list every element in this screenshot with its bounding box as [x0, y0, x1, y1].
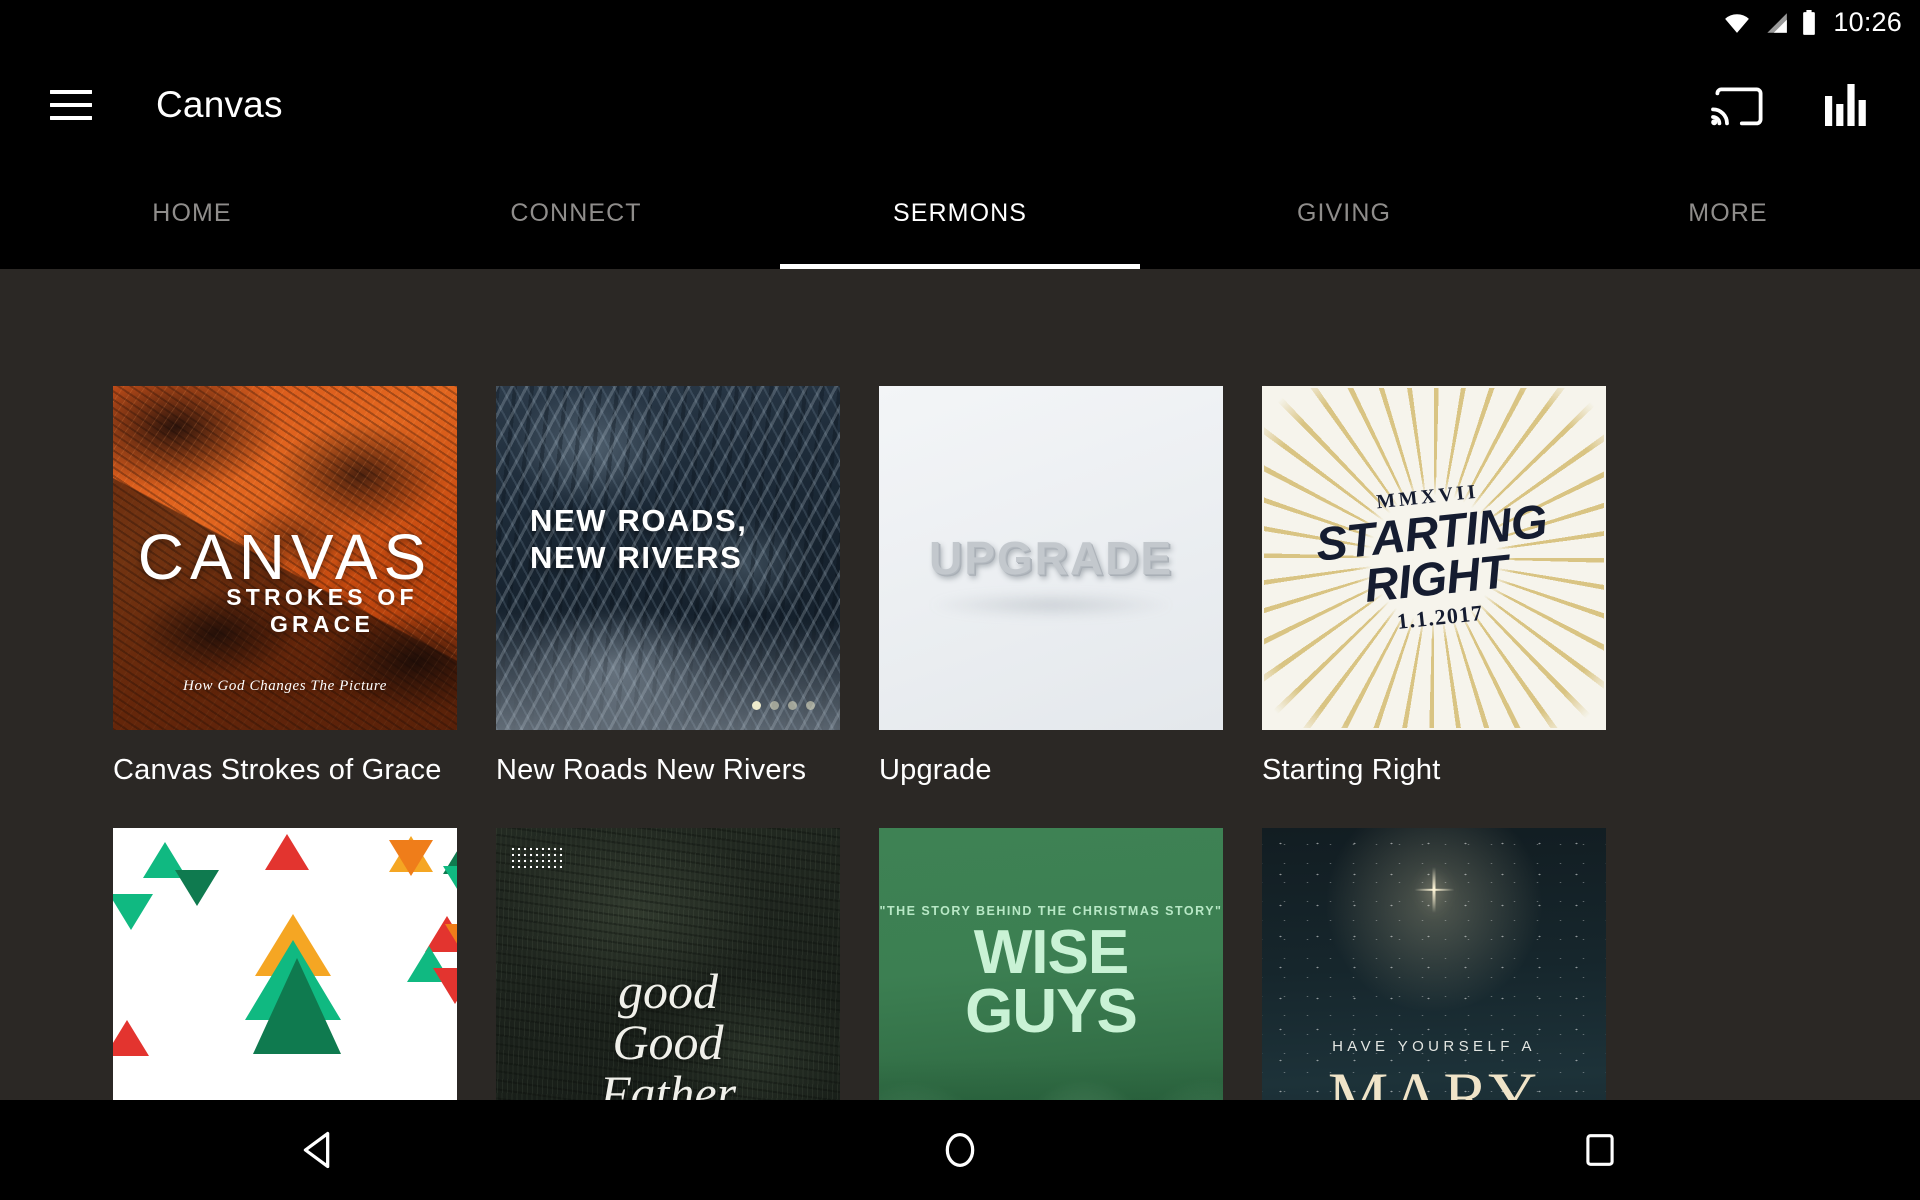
- sermon-card-title: Starting Right: [1262, 754, 1441, 786]
- artwork-title-line: NEW RIVERS: [530, 539, 743, 575]
- sermon-artwork-wise-guys[interactable]: "THE STORY BEHIND THE CHRISTMAS STORY" W…: [879, 828, 1223, 1100]
- triangle-shape: [113, 1020, 149, 1056]
- page-dot-active[interactable]: [752, 701, 761, 710]
- artwork-title-block: good Good Father: [496, 962, 840, 1100]
- triangle-shape: [113, 894, 153, 930]
- artwork-background: "THE STORY BEHIND THE CHRISTMAS STORY" W…: [879, 828, 1223, 1100]
- sermon-card[interactable]: "THE STORY BEHIND THE CHRISTMAS STORY" W…: [879, 828, 1223, 1100]
- carousel-page-indicator[interactable]: [752, 701, 815, 710]
- tab-giving[interactable]: GIVING: [1152, 165, 1536, 269]
- artwork-title-line: NEW ROADS,: [530, 502, 748, 538]
- tab-label: MORE: [1688, 199, 1768, 227]
- triangle-shape: [389, 840, 433, 876]
- artwork-background: CANVAS STROKES OF GRACE How God Changes …: [113, 386, 457, 730]
- page-dot[interactable]: [788, 701, 797, 710]
- artwork-shadow: [927, 592, 1175, 619]
- triangle-shape: [443, 866, 457, 902]
- artwork-title-line: Father: [599, 1064, 737, 1100]
- wifi-icon: [1723, 12, 1751, 34]
- page-dot[interactable]: [770, 701, 779, 710]
- artwork-tagline: HAVE YOURSELF A: [1332, 1037, 1536, 1055]
- tab-home[interactable]: HOME: [0, 165, 384, 269]
- sermon-artwork-good-good-father[interactable]: good Good Father: [496, 828, 840, 1100]
- triangle-shape: [433, 968, 457, 1004]
- artwork-title-block: WISE GUYS: [879, 918, 1223, 1046]
- tab-connect[interactable]: CONNECT: [384, 165, 768, 269]
- triangle-shape: [175, 870, 219, 906]
- dot-grid-decoration-icon: [510, 846, 562, 868]
- sermon-artwork-mary-little-christmas[interactable]: HAVE YOURSELF A MARY LITTLE CHRISTMAS: [1262, 828, 1606, 1100]
- sermon-card[interactable]: [113, 828, 457, 1100]
- tab-label: HOME: [152, 199, 232, 227]
- sermon-series-grid: CANVAS STROKES OF GRACE How God Changes …: [113, 386, 1813, 1100]
- artwork-tagline: "THE STORY BEHIND THE CHRISTMAS STORY": [879, 903, 1223, 918]
- artwork-background: [113, 828, 457, 1100]
- artwork-title-line: GUYS: [965, 976, 1138, 1046]
- sermon-artwork-upgrade[interactable]: UPGRADE: [879, 386, 1223, 730]
- sermon-card[interactable]: CANVAS STROKES OF GRACE How God Changes …: [113, 386, 457, 787]
- cellular-signal-icon: [1763, 12, 1789, 34]
- artwork-background: good Good Father: [496, 828, 840, 1100]
- artwork-title-line: UPGRADE: [928, 532, 1174, 584]
- sermon-series-grid-container[interactable]: CANVAS STROKES OF GRACE How God Changes …: [0, 269, 1920, 1100]
- sermon-artwork-starting-right[interactable]: MMXVII STARTING RIGHT 1.1.2017: [1262, 386, 1606, 730]
- cast-icon[interactable]: [1708, 76, 1766, 134]
- sermon-card[interactable]: UPGRADE Upgrade: [879, 386, 1223, 787]
- recents-square-icon[interactable]: [1555, 1105, 1645, 1195]
- sermon-card[interactable]: good Good Father: [496, 828, 840, 1100]
- artwork-title-line: Good: [612, 1013, 724, 1070]
- system-navigation-bar: [0, 1100, 1920, 1200]
- tab-label: GIVING: [1296, 199, 1392, 227]
- hamburger-menu-icon[interactable]: [50, 90, 92, 120]
- sermon-artwork-new-roads-new-rivers[interactable]: NEW ROADS, NEW RIVERS: [496, 386, 840, 730]
- artwork-background: NEW ROADS, NEW RIVERS: [496, 386, 840, 730]
- sermon-card-title: New Roads New Rivers: [496, 754, 807, 786]
- artwork-background: UPGRADE: [879, 386, 1223, 730]
- artwork-title-block: NEW ROADS, NEW RIVERS: [530, 503, 748, 576]
- star-icon: [1432, 866, 1436, 913]
- triangle-shape: [265, 834, 309, 870]
- artwork-title-line: good: [618, 962, 718, 1019]
- tab-sermons[interactable]: SERMONS: [768, 165, 1152, 269]
- back-triangle-icon[interactable]: [275, 1105, 365, 1195]
- sermon-card-title: Canvas Strokes of Grace: [113, 754, 442, 786]
- status-bar-clock: 10:26: [1833, 7, 1902, 37]
- sermon-artwork-canvas-strokes-of-grace[interactable]: CANVAS STROKES OF GRACE How God Changes …: [113, 386, 457, 730]
- tab-more[interactable]: MORE: [1536, 165, 1920, 269]
- sermon-card-title: Upgrade: [879, 754, 992, 786]
- system-status-bar: 10:26: [0, 0, 1920, 45]
- triangle-shape: [253, 958, 341, 1054]
- artwork-subtitle-line: STROKES OF GRACE: [226, 583, 418, 637]
- battery-icon: [1801, 9, 1817, 36]
- page-title: Canvas: [156, 84, 283, 125]
- artwork-title-line: WISE: [973, 918, 1129, 988]
- artwork-background: MMXVII STARTING RIGHT 1.1.2017: [1262, 386, 1606, 730]
- sermon-card[interactable]: NEW ROADS, NEW RIVERS New Roads New Rive…: [496, 386, 840, 787]
- page-dot[interactable]: [806, 701, 815, 710]
- artwork-tagline: How God Changes The Picture: [183, 678, 387, 695]
- section-tab-bar: HOME CONNECT SERMONS GIVING MORE: [0, 165, 1920, 269]
- artwork-title-line: MARY: [1327, 1057, 1541, 1100]
- app-bar-actions: [1708, 76, 1874, 134]
- app-bar: Canvas: [0, 45, 1920, 165]
- android-app-screen: 10:26 Canvas HOME CONNECT SERMONS GIVING…: [0, 0, 1920, 1200]
- sermon-artwork-christmas-triangles[interactable]: [113, 828, 457, 1100]
- sermon-card[interactable]: MMXVII STARTING RIGHT 1.1.2017 Starting …: [1262, 386, 1606, 787]
- sermon-card[interactable]: HAVE YOURSELF A MARY LITTLE CHRISTMAS: [1262, 828, 1606, 1100]
- home-circle-icon[interactable]: [915, 1105, 1005, 1195]
- equalizer-icon[interactable]: [1816, 76, 1874, 134]
- tab-label: CONNECT: [510, 199, 642, 227]
- artwork-background: HAVE YOURSELF A MARY LITTLE CHRISTMAS: [1262, 828, 1606, 1100]
- tab-label: SERMONS: [892, 199, 1028, 227]
